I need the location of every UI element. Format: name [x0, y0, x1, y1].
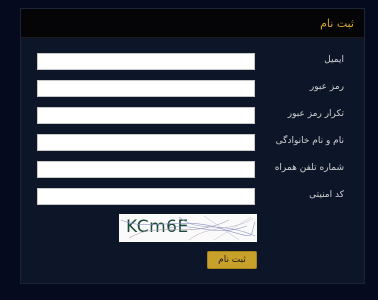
phone-row: شماره تلفن همراه [37, 161, 344, 178]
password-row: رمز عبور [37, 80, 344, 97]
security-code-field[interactable] [37, 188, 255, 205]
registration-panel: ثبت نام ایمیل رمز عبور تکرار رمز عبور نا… [20, 8, 365, 284]
email-row: ایمیل [37, 53, 344, 70]
captcha-image: KCm6E [119, 214, 257, 242]
password-label: رمز عبور [309, 82, 344, 92]
full-name-row: نام و نام خانوادگی [37, 134, 344, 151]
phone-field[interactable] [37, 161, 255, 178]
confirm-password-row: تکرار رمز عبور [37, 107, 344, 124]
register-button[interactable]: ثبت نام [207, 251, 257, 269]
email-label: ایمیل [324, 55, 344, 65]
panel-title: ثبت نام [320, 16, 354, 30]
full-name-label: نام و نام خانوادگی [275, 136, 344, 146]
security-code-label: کد امنیتی [309, 190, 344, 200]
security-code-row: کد امنیتی [37, 188, 344, 205]
password-field[interactable] [37, 80, 255, 97]
confirm-password-field[interactable] [37, 107, 255, 124]
captcha-noise-lines [120, 215, 256, 241]
panel-header: ثبت نام [21, 9, 364, 38]
phone-label: شماره تلفن همراه [274, 163, 344, 173]
email-field[interactable] [37, 53, 255, 70]
confirm-password-label: تکرار رمز عبور [287, 109, 344, 119]
full-name-field[interactable] [37, 134, 255, 151]
